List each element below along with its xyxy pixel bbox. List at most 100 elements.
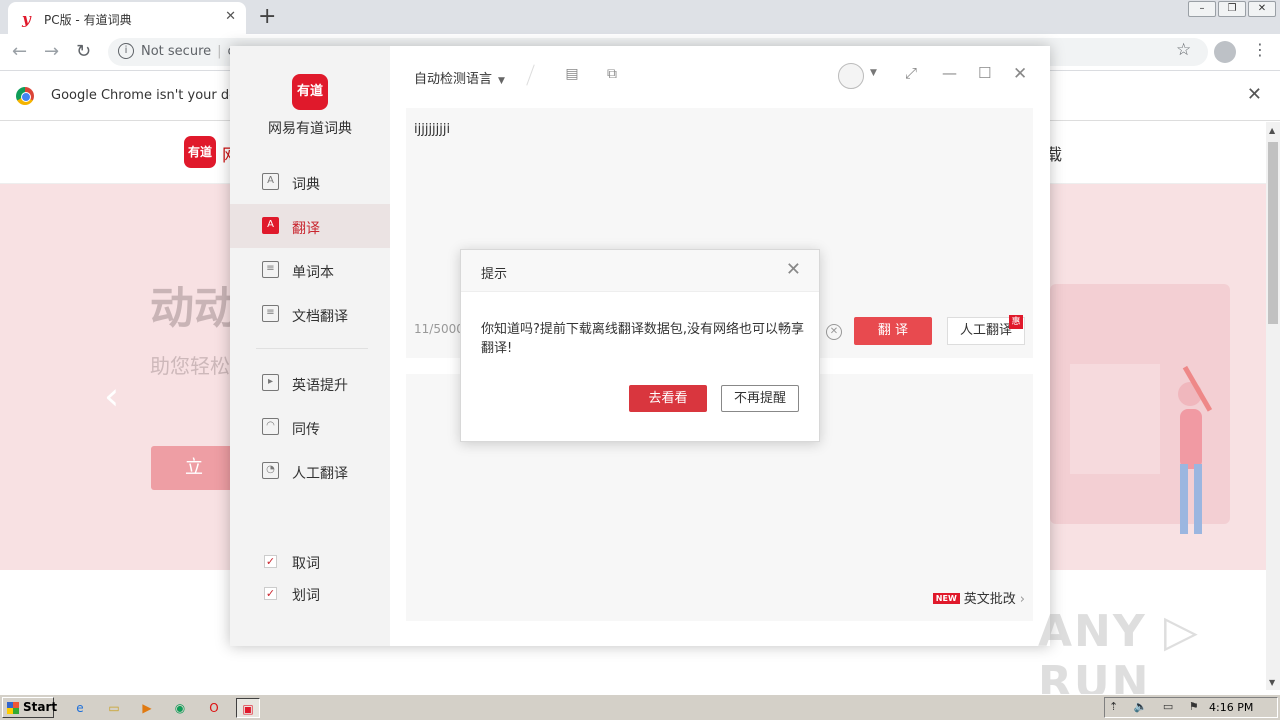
user-avatar-icon[interactable] (838, 63, 864, 89)
new-badge: NEW (932, 593, 960, 604)
sidebar-item-label: 英语提升 (292, 378, 348, 394)
word-select-checkbox[interactable]: ✓ (264, 587, 277, 600)
app-sidebar: 有道 网易有道词典 A 词典 A 翻译 ≡ 单词本 ≡ 文档翻译 ▸ 英语提升 … (230, 46, 390, 646)
simultaneous-interpret-icon: ◠ (262, 418, 279, 435)
hero-subtitle: 助您轻松 (150, 354, 230, 378)
chrome-logo-icon (16, 87, 34, 105)
document-translate-icon[interactable]: ▤ (564, 66, 580, 82)
security-label: Not secure (141, 44, 212, 59)
caret-down-icon: ▼ (498, 76, 505, 86)
chevron-right-icon: › (1019, 592, 1025, 607)
opera-icon[interactable]: O (204, 698, 224, 718)
char-count: 11/5000 (414, 322, 464, 336)
app-close-icon[interactable]: ✕ (1013, 64, 1027, 84)
media-player-icon[interactable]: ▶ (137, 698, 157, 718)
anyrun-watermark: ANY ▷ RUN (1038, 606, 1200, 708)
source-text-input[interactable]: ijjjjjjjji (414, 122, 450, 137)
essay-correction-label: 英文批改 (963, 592, 1016, 607)
translate-button[interactable]: 翻 译 (854, 317, 932, 345)
new-tab-icon[interactable]: + (258, 4, 276, 29)
toolbar-divider (526, 64, 535, 86)
sidebar-item-label: 单词本 (292, 265, 334, 281)
document-icon: ≡ (262, 305, 279, 322)
dictionary-icon: A (262, 173, 279, 190)
clear-input-icon[interactable]: ✕ (826, 324, 842, 340)
sidebar-item-human-translate[interactable]: ◔ 人工翻译 (230, 449, 390, 493)
address-text: Not secure|c (141, 44, 235, 59)
discount-badge: 惠 (1009, 315, 1023, 329)
browser-tab[interactable]: y PC版 - 有道词典 ✕ (8, 2, 246, 34)
profile-avatar-icon[interactable] (1214, 41, 1236, 63)
info-icon[interactable]: i (118, 43, 134, 59)
restore-window-icon[interactable]: ❐ (1218, 1, 1246, 17)
go-see-button[interactable]: 去看看 (629, 385, 707, 412)
sidebar-item-label: 同传 (292, 422, 320, 438)
avatar-caret-icon[interactable]: ▼ (870, 68, 877, 78)
offline-pack-dialog: 提示 ✕ 你知道吗?提前下载离线翻译数据包,没有网络也可以畅享翻译! 去看看 不… (460, 249, 820, 442)
close-window-icon[interactable]: ✕ (1248, 1, 1276, 17)
app-toolbar: 自动检测语言 ▼ ▤ ⧉ ▼ ⤢ — ☐ ✕ (390, 46, 1050, 104)
dont-remind-button[interactable]: 不再提醒 (721, 385, 799, 412)
app-name: 网易有道词典 (268, 121, 352, 137)
sidebar-item-label: 翻译 (292, 221, 320, 237)
youdao-taskbar-icon[interactable]: ▣ (236, 698, 260, 718)
carousel-prev-icon[interactable]: ‹ (104, 374, 119, 418)
system-tray: ⇡ 🔈 ▭ ⚑ 4:16 PM (1104, 697, 1278, 718)
browser-menu-icon[interactable]: ⋮ (1252, 40, 1268, 59)
windows-logo-icon (7, 702, 19, 714)
screenshot-translate-icon[interactable]: ⧉ (604, 66, 620, 82)
headset-icon: ◔ (262, 462, 279, 479)
sidebar-item-translate[interactable]: A 翻译 (230, 204, 390, 248)
tab-title: PC版 - 有道词典 (44, 13, 132, 27)
forward-icon[interactable]: → (44, 41, 59, 62)
sidebar-item-english-improve[interactable]: ▸ 英语提升 (230, 361, 390, 405)
tab-close-icon[interactable]: ✕ (225, 9, 236, 24)
sidebar-item-dictionary[interactable]: A 词典 (230, 160, 390, 204)
sidebar-item-label: 词典 (292, 177, 320, 193)
reload-icon[interactable]: ↻ (76, 41, 91, 62)
word-pick-checkbox[interactable]: ✓ (264, 555, 277, 568)
dialog-message: 你知道吗?提前下载离线翻译数据包,没有网络也可以畅享翻译! (481, 322, 805, 356)
hero-title: 动动 (150, 283, 238, 334)
start-button[interactable]: Start (2, 697, 58, 718)
address-separator: | (217, 44, 222, 59)
video-play-icon: ▸ (262, 374, 279, 391)
app-minimize-icon[interactable]: — (942, 64, 957, 82)
youdao-favicon-icon: y (22, 10, 31, 28)
back-icon[interactable]: ← (12, 41, 27, 62)
dialog-header: 提示 ✕ (461, 250, 819, 292)
hero-download-button[interactable]: 立 (151, 446, 241, 490)
start-label: Start (23, 700, 58, 714)
mini-mode-icon[interactable]: ⤢ (905, 64, 917, 82)
app-logo: 有道 (292, 74, 328, 110)
scroll-up-icon[interactable]: ▲ (1269, 126, 1275, 135)
wordbook-icon: ≡ (262, 261, 279, 278)
translate-icon: A (262, 217, 279, 234)
minimize-window-icon[interactable]: – (1188, 1, 1216, 17)
window-controls: – ❐ ✕ (1186, 1, 1276, 17)
dialog-close-icon[interactable]: ✕ (786, 259, 801, 280)
site-logo[interactable]: 有道 (184, 136, 216, 168)
sidebar-item-label: 文档翻译 (292, 309, 348, 325)
infobar-close-icon[interactable]: ✕ (1247, 84, 1262, 105)
tray-icons[interactable]: ⇡ 🔈 ▭ ⚑ (1109, 700, 1205, 713)
hero-download-label: 立 (185, 457, 203, 478)
bookmark-star-icon[interactable]: ☆ (1176, 40, 1191, 60)
windows-taskbar: Start e ▭ ▶ ◉ O ▣ ⇡ 🔈 ▭ ⚑ 4:16 PM (0, 694, 1280, 720)
scrollbar-thumb[interactable] (1268, 142, 1278, 324)
file-explorer-icon[interactable]: ▭ (104, 698, 124, 718)
sidebar-item-label: 人工翻译 (292, 466, 348, 482)
sidebar-item-simultaneous[interactable]: ◠ 同传 (230, 405, 390, 449)
page-scrollbar[interactable]: ▲ ▼ (1266, 122, 1280, 690)
language-select[interactable]: 自动检测语言 ▼ (414, 68, 505, 87)
browser-tabstrip: y PC版 - 有道词典 ✕ + – ❐ ✕ (0, 0, 1280, 34)
sidebar-item-document-translate[interactable]: ≡ 文档翻译 (230, 292, 390, 336)
hero-illustration (1050, 284, 1230, 534)
essay-correction-link[interactable]: NEW 英文批改 › (932, 588, 1025, 607)
dialog-title: 提示 (481, 267, 508, 282)
chrome-taskbar-icon[interactable]: ◉ (170, 698, 190, 718)
word-pick-label: 取词 (292, 556, 320, 572)
internet-explorer-icon[interactable]: e (70, 698, 90, 718)
app-maximize-icon[interactable]: ☐ (978, 64, 991, 82)
sidebar-item-wordbook[interactable]: ≡ 单词本 (230, 248, 390, 292)
